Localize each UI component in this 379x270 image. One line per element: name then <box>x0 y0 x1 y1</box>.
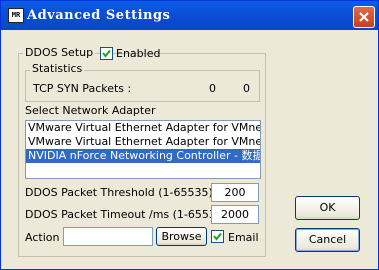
tcp-syn-value-2: 0 <box>243 82 250 95</box>
adapter-listbox[interactable]: VMware Virtual Ethernet Adapter for VMne… <box>25 120 261 179</box>
list-item[interactable]: NVIDIA nForce Networking Controller - 数据… <box>26 149 260 163</box>
ddos-setup-legend: DDOS Setup <box>23 46 96 59</box>
action-input[interactable] <box>63 227 153 246</box>
select-adapter-label: Select Network Adapter <box>25 104 156 117</box>
advanced-settings-dialog: MR Advanced Settings DDOS Setup Enabled … <box>0 0 379 270</box>
threshold-label: DDOS Packet Threshold (1-65535) <box>25 186 213 199</box>
action-label: Action <box>25 231 60 244</box>
cancel-button[interactable]: Cancel <box>295 228 360 252</box>
title-bar[interactable]: MR Advanced Settings <box>1 1 378 30</box>
ok-button[interactable]: OK <box>295 196 360 220</box>
email-label[interactable]: Email <box>228 231 259 244</box>
enabled-label[interactable]: Enabled <box>116 47 160 60</box>
tcp-syn-label: TCP SYN Packets : <box>33 82 132 95</box>
checkmark-icon <box>102 49 111 58</box>
app-icon: MR <box>8 8 24 23</box>
timeout-label: DDOS Packet Timeout /ms (1-65535) <box>25 208 228 221</box>
list-item[interactable]: VMware Virtual Ethernet Adapter for VMne… <box>26 135 260 149</box>
browse-button[interactable]: Browse <box>156 227 207 246</box>
email-checkbox[interactable] <box>211 230 224 243</box>
enabled-checkbox[interactable] <box>100 47 113 60</box>
threshold-input[interactable]: 200 <box>211 183 259 202</box>
ddos-setup-label: DDOS Setup <box>25 46 94 59</box>
statistics-legend: Statistics <box>30 62 85 75</box>
tcp-syn-value-1: 0 <box>209 82 216 95</box>
list-item[interactable]: VMware Virtual Ethernet Adapter for VMne… <box>26 121 260 135</box>
close-icon <box>359 12 369 22</box>
close-button[interactable] <box>353 6 375 28</box>
window-title: Advanced Settings <box>27 8 171 23</box>
checkmark-icon <box>213 232 222 241</box>
timeout-input[interactable]: 2000 <box>211 205 259 224</box>
